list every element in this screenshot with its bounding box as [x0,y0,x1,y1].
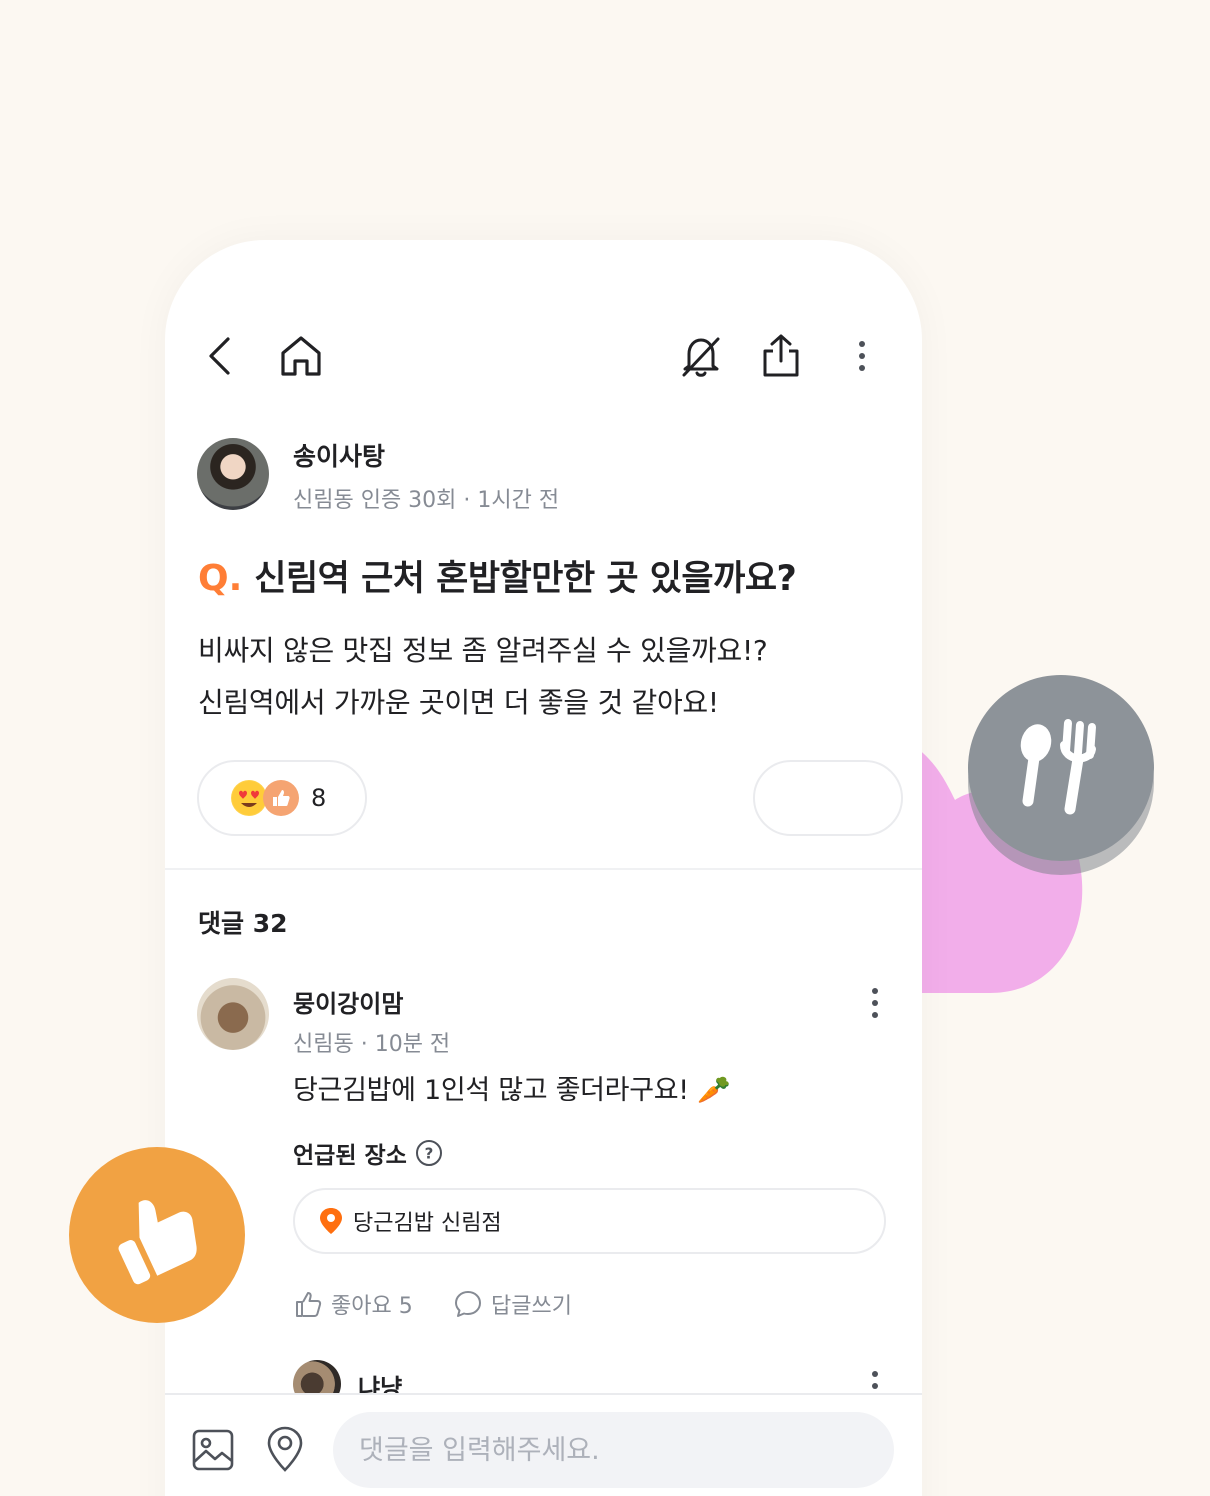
heart-eyes-emoji-icon [231,780,267,816]
comment-more-icon[interactable] [870,988,880,1018]
author-name[interactable]: 송이사탕 [293,437,385,473]
notification-off-icon[interactable] [673,328,729,384]
reaction-button[interactable]: 8 [197,760,367,836]
help-icon[interactable]: ? [415,1139,443,1167]
comment-text: 당근김밥에 1인석 많고 좋더라구요! 🥕 [293,1075,731,1106]
post-body-line: 비싸지 않은 맛집 정보 좀 알려주실 수 있을까요!? [198,634,768,667]
thumbs-up-badge [69,1147,245,1323]
location-pin-icon [319,1207,343,1235]
comment-meta: 신림동 · 10분 전 [293,1032,451,1057]
section-divider [165,868,922,870]
share-icon[interactable] [753,328,809,384]
thumbs-up-icon [118,1200,197,1285]
comment-input-bar [165,1393,922,1496]
mentioned-place-label-row: 언급된 장소 ? [293,1136,443,1170]
comment-input[interactable] [333,1412,894,1488]
post-title-row: Q. 신림역 근처 혼밥할만한 곳 있을까요? [198,550,797,601]
speech-bubble-icon [455,1291,481,1317]
comments-count-header: 댓글 32 [198,909,288,938]
post-title: 신림역 근처 혼밥할만한 곳 있을까요? [254,559,797,599]
commenter-name[interactable]: 뭉이강이맘 [293,984,403,1019]
thumbs-up-emoji-icon [263,780,299,816]
reply-button[interactable]: 답글쓰기 [453,1288,572,1320]
location-attach-icon[interactable] [265,1425,305,1477]
like-button[interactable]: 좋아요 5 [293,1288,413,1320]
post-body-line: 신림역에서 가까운 곳이면 더 좋을 것 같아요! [198,686,719,719]
back-icon[interactable] [193,328,249,384]
secondary-action-pill[interactable] [753,760,903,836]
reaction-count: 8 [311,784,327,812]
place-name: 당근김밥 신림점 [353,1211,502,1236]
reply-label: 답글쓰기 [491,1294,572,1319]
like-label: 좋아요 5 [331,1294,413,1319]
spoon-fork-icon [1020,719,1096,815]
more-options-icon[interactable] [857,341,867,371]
post-body: 비싸지 않은 맛집 정보 좀 알려주실 수 있을까요!? 신림역에서 가까운 곳… [198,625,768,729]
commenter-avatar[interactable] [197,978,269,1050]
question-mark-label: Q. [198,558,243,599]
thumbs-up-icon [296,1292,322,1317]
mentioned-place-label: 언급된 장소 [293,1143,407,1169]
phone-screen: 송이사탕 신림동 인증 30회 · 1시간 전 Q. 신림역 근처 혼밥할만한 … [165,240,922,1496]
svg-text:?: ? [424,1145,433,1163]
image-attach-icon[interactable] [191,1428,235,1476]
home-icon[interactable] [273,328,329,384]
author-avatar[interactable] [197,438,269,510]
spoon-fork-badge [968,675,1154,861]
mentioned-place-chip[interactable]: 당근김밥 신림점 [293,1188,886,1254]
author-meta: 신림동 인증 30회 · 1시간 전 [293,488,560,513]
